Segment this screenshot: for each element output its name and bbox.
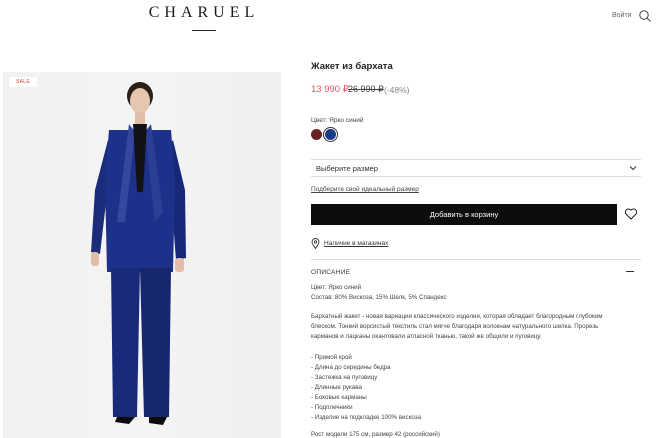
description-color: Цвет: Ярко синий (311, 284, 362, 291)
old-price: 26 990 ₽ (348, 84, 384, 94)
feature-item: - Прямой крой (311, 354, 352, 361)
logo-underline (192, 30, 216, 31)
model-image (91, 82, 186, 425)
search-icon[interactable] (638, 9, 652, 23)
size-select-label: Выберите размер (316, 164, 378, 173)
model-info: Рост модели 175 см, размер 42 (российски… (311, 431, 440, 438)
discount-percent: (-48%) (384, 85, 410, 95)
add-to-cart-button[interactable]: Добавить в корзину (311, 204, 617, 225)
sale-badge: SALE (9, 77, 37, 87)
feature-item: - Длинные рукава (311, 384, 362, 391)
product-photo[interactable]: SALE (3, 72, 281, 438)
location-pin-icon (311, 238, 320, 249)
color-swatch-burgundy[interactable] (311, 129, 322, 140)
feature-item: - Подплечники (311, 404, 353, 411)
collapse-icon[interactable] (626, 271, 634, 272)
description-paragraph-line: блеском. Тонкий ворсистый текстиль стал … (311, 323, 599, 330)
description-heading[interactable]: ОПИСАНИЕ (311, 269, 350, 276)
description-paragraph-line: карманов и лацканы окантовали атласной т… (311, 333, 542, 340)
current-price: 13 990 ₽ (311, 84, 349, 95)
chevron-down-icon (629, 166, 637, 171)
store-availability-link[interactable]: Наличие в магазинах (324, 240, 388, 247)
size-guide-link[interactable]: Подберите свой идеальный размер (311, 186, 419, 193)
color-swatch-blue[interactable] (325, 129, 336, 140)
color-label: Цвет: Ярко синий (311, 117, 364, 124)
feature-item: - Боковые карманы (311, 394, 367, 401)
product-title: Жакет из бархата (311, 61, 393, 72)
feature-item: - Длина до середины бедра (311, 364, 391, 371)
feature-item: - Застежка на пуговицу (311, 374, 378, 381)
feature-item: - Изделие на подкладке 100% вискоза (311, 414, 422, 421)
heart-icon[interactable] (624, 207, 638, 221)
size-select[interactable]: Выберите размер (311, 159, 641, 177)
login-link[interactable]: Войти (612, 12, 632, 19)
brand-logo[interactable]: CHARUEL (124, 4, 284, 22)
section-divider (311, 259, 641, 260)
description-composition: Состав: 80% Вискоза, 15% Шелк, 5% Спанде… (311, 294, 447, 301)
description-paragraph-line: Бархатный жакет - новая вариация классич… (311, 313, 603, 320)
